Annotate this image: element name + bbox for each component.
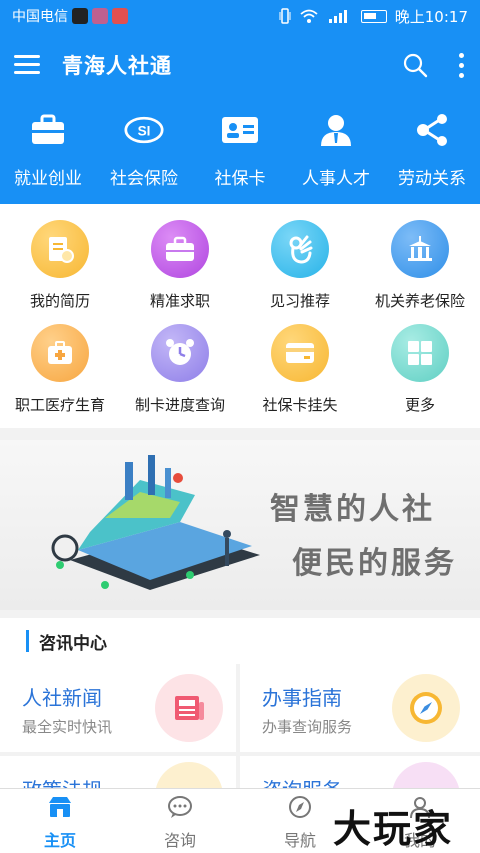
medical-kit-icon xyxy=(31,324,89,382)
resume-icon xyxy=(31,220,89,278)
tiktok-notification-icon xyxy=(72,8,88,24)
signal-icon xyxy=(328,10,347,23)
card-hr-news-subtitle: 最全实时快讯 xyxy=(22,718,113,736)
alarm-clock-icon xyxy=(151,324,209,382)
watermark: 大玩家 xyxy=(333,806,454,851)
nav-labor-relations-label: 劳动关系 xyxy=(398,169,466,189)
news-section-header: 咨讯中心 xyxy=(0,618,480,664)
briefcase-icon xyxy=(151,220,209,278)
service-medical-maternity[interactable]: 职工医疗生育 xyxy=(0,324,120,415)
search-icon[interactable] xyxy=(402,52,428,78)
card-icon xyxy=(271,324,329,382)
wifi-icon xyxy=(300,9,318,23)
tab-navigation-label: 导航 xyxy=(283,831,316,850)
svg-text:SI: SI xyxy=(138,123,151,138)
card-hr-news[interactable]: 人社新闻 最全实时快讯 xyxy=(0,664,236,752)
more-options-icon[interactable] xyxy=(456,52,466,78)
nav-personnel-label: 人事人才 xyxy=(302,169,370,189)
tab-consult-label: 咨询 xyxy=(163,831,196,850)
grid-icon xyxy=(391,324,449,382)
nav-social-insurance[interactable]: SI 社会保险 xyxy=(96,98,192,204)
app-notification-icon xyxy=(92,8,108,24)
services-grid: 我的简历 精准求职 见习推荐 机关养老保险 职工医疗生育 制卡进度查询 社保卡挂… xyxy=(0,204,480,428)
nav-labor-relations[interactable]: 劳动关系 xyxy=(384,98,480,204)
nav-social-card-label: 社保卡 xyxy=(214,169,266,189)
card-service-guide[interactable]: 办事指南 办事查询服务 xyxy=(240,664,480,752)
banner-line-1: 智慧的人社 xyxy=(270,492,435,527)
city-map-illustration xyxy=(51,455,260,590)
app-title: 青海人社通 xyxy=(62,54,172,78)
tab-home[interactable]: 主页 xyxy=(0,789,120,853)
menu-icon[interactable] xyxy=(14,55,40,75)
banner-line-2: 便民的服务 xyxy=(292,546,457,581)
vibrate-icon xyxy=(279,8,291,24)
navigation-icon xyxy=(289,796,311,818)
chat-bubble-icon xyxy=(168,796,192,818)
status-bar: 中国电信 晚上10:17 xyxy=(0,0,480,32)
card-service-guide-subtitle: 办事查询服务 xyxy=(262,718,353,736)
id-card-icon xyxy=(220,112,260,148)
service-my-resume[interactable]: 我的简历 xyxy=(0,220,120,311)
service-card-progress-label: 制卡进度查询 xyxy=(134,396,225,414)
service-my-resume-label: 我的简历 xyxy=(29,292,90,310)
service-internship[interactable]: 见习推荐 xyxy=(240,220,360,311)
service-card-loss-report[interactable]: 社保卡挂失 xyxy=(240,324,360,415)
network-icon xyxy=(412,112,452,148)
person-icon xyxy=(316,112,356,148)
service-job-search[interactable]: 精准求职 xyxy=(120,220,240,311)
nav-employment-label: 就业创业 xyxy=(14,169,82,189)
carrier-label: 中国电信 xyxy=(12,9,68,25)
nav-personnel[interactable]: 人事人才 xyxy=(288,98,384,204)
service-card-progress[interactable]: 制卡进度查询 xyxy=(120,324,240,415)
building-icon xyxy=(391,220,449,278)
service-internship-label: 见习推荐 xyxy=(269,292,330,310)
service-government-pension-label: 机关养老保险 xyxy=(374,292,465,310)
category-nav: 就业创业 SI 社会保险 社保卡 人事人才 劳动关系 xyxy=(0,98,480,204)
social-insurance-logo-icon: SI xyxy=(124,112,164,148)
clock: 晚上10:17 xyxy=(394,7,468,26)
service-more-label: 更多 xyxy=(404,396,435,414)
briefcase-icon xyxy=(28,112,68,148)
nav-employment[interactable]: 就业创业 xyxy=(0,98,96,204)
card-hr-news-title: 人社新闻 xyxy=(22,686,102,710)
newspaper-icon xyxy=(155,674,223,742)
battery-icon xyxy=(360,9,387,23)
section-accent-bar xyxy=(26,630,29,652)
home-store-icon xyxy=(49,797,71,817)
service-more[interactable]: 更多 xyxy=(360,324,480,415)
service-job-search-label: 精准求职 xyxy=(149,292,210,310)
compass-icon xyxy=(392,674,460,742)
app-bar: 青海人社通 xyxy=(0,32,480,98)
section-title: 咨讯中心 xyxy=(39,633,107,654)
nav-social-insurance-label: 社会保险 xyxy=(110,169,178,189)
tab-consult[interactable]: 咨询 xyxy=(120,789,240,853)
service-government-pension[interactable]: 机关养老保险 xyxy=(360,220,480,311)
service-medical-maternity-label: 职工医疗生育 xyxy=(14,396,105,414)
promo-banner[interactable]: 智慧的人社 便民的服务 xyxy=(0,440,480,610)
nav-social-card[interactable]: 社保卡 xyxy=(192,98,288,204)
card-service-guide-title: 办事指南 xyxy=(262,686,342,710)
tab-home-label: 主页 xyxy=(43,831,76,850)
hand-ok-icon xyxy=(271,220,329,278)
info-cards: 人社新闻 最全实时快讯 办事指南 办事查询服务 政策法规 咨询服务 xyxy=(0,664,480,796)
video-notification-icon xyxy=(112,8,128,24)
service-card-loss-report-label: 社保卡挂失 xyxy=(262,396,338,414)
